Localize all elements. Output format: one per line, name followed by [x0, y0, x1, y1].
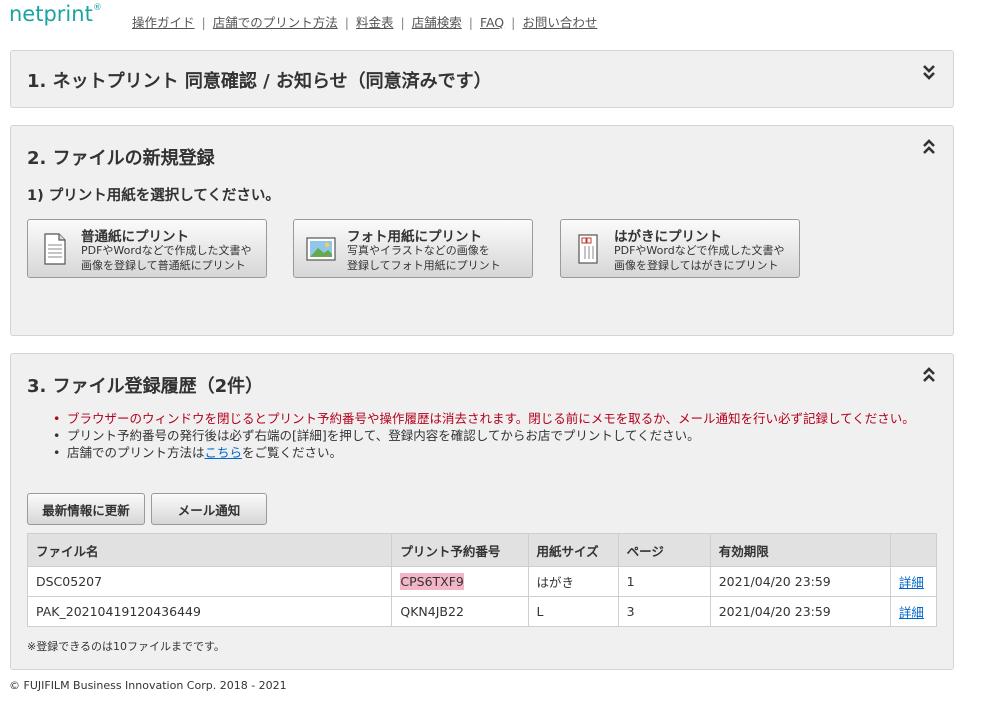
collapse-chevron-icon[interactable]: [922, 366, 936, 384]
history-notes: ブラウザーのウィンドウを閉じるとプリント予約番号や操作履歴は消去されます。閉じる…: [51, 410, 941, 461]
highlighted-reservation-number: CPS6TXF9: [400, 573, 464, 590]
col-file-name: ファイル名: [26, 533, 393, 567]
pages-cell: 3: [617, 596, 711, 627]
paper-select-subtitle: 1) プリント用紙を選択してください。: [27, 188, 280, 204]
table-row: PAK_20210419120436449 QKN4JB22 L 3 2021/…: [26, 596, 938, 627]
postcard-icon: [578, 234, 598, 264]
top-nav: 操作ガイド | 店舗でのプリント方法 | 料金表 | 店舗検索 | FAQ | お問い合わせ: [132, 15, 598, 30]
document-icon: [44, 233, 66, 265]
paper-size-cell: L: [527, 596, 619, 627]
reservation-number-cell: QKN4JB22: [391, 596, 529, 627]
nav-contact-link[interactable]: お問い合わせ: [522, 15, 597, 30]
postcard-button[interactable]: はがきにプリント PDFやWordなどで作成した文書や 画像を登録してはがきにプリ…: [560, 219, 800, 278]
header: netprint® 操作ガイド | 店舗でのプリント方法 | 料金表 | 店舗検索 | FAQ |…: [0, 0, 985, 44]
section-history: 3. ファイル登録履歴（2件） ブラウザーのウィンドウを閉じるとプリント予約番号…: [10, 353, 954, 670]
plain-paper-button[interactable]: 普通紙にプリント PDFやWordなどで作成した文書や 画像を登録して普通紙にプリ…: [27, 219, 267, 278]
plain-paper-desc: PDFやWordなどで作成した文書や 画像を登録して普通紙にプリント: [81, 244, 252, 272]
photo-paper-desc: 写真やイラストなどの画像を 登録してフォト用紙にプリント: [347, 244, 501, 272]
section-agreement-title: 1. ネットプリント 同意確認 / お知らせ（同意済みです）: [27, 71, 492, 92]
nav-price-link[interactable]: 料金表: [356, 15, 394, 30]
nav-guide-link[interactable]: 操作ガイド: [132, 15, 195, 30]
table-row: DSC05207 CPS6TXF9 はがき 1 2021/04/20 23:59…: [26, 566, 938, 597]
postcard-label: はがきにプリント: [614, 229, 722, 245]
copyright: © FUJIFILM Business Innovation Corp. 201…: [9, 679, 287, 692]
pages-cell: 1: [617, 566, 711, 597]
detail-link[interactable]: 詳細: [899, 605, 924, 620]
section-agreement[interactable]: 1. ネットプリント 同意確認 / お知らせ（同意済みです）: [10, 50, 954, 108]
nav-store-print-link[interactable]: 店舗でのプリント方法: [213, 15, 338, 30]
paper-size-cell: はがき: [527, 566, 619, 597]
store-method-note: 店舗でのプリント方法はこちらをご覧ください。: [51, 444, 941, 461]
collapse-chevron-icon[interactable]: [922, 138, 936, 156]
plain-paper-label: 普通紙にプリント: [81, 229, 189, 245]
col-paper-size: 用紙サイズ: [527, 533, 619, 567]
file-name-cell: DSC05207: [26, 566, 393, 597]
col-expiry: 有効期限: [709, 533, 891, 567]
history-table: ファイル名 プリント予約番号 用紙サイズ ページ 有効期限 DSC05207 C…: [26, 533, 938, 627]
netprint-logo[interactable]: netprint®: [9, 2, 102, 26]
expand-chevron-icon[interactable]: [922, 63, 936, 81]
section-new-file: 2. ファイルの新規登録 1) プリント用紙を選択してください。 普通紙にプリン…: [10, 125, 954, 336]
reservation-number-cell: CPS6TXF9: [391, 566, 529, 597]
section-history-title: 3. ファイル登録履歴（2件）: [27, 376, 264, 397]
detail-note: プリント予約番号の発行後は必ず右端の[詳細]を押して、登録内容を確認してからお店…: [51, 427, 941, 444]
photo-paper-label: フォト用紙にプリント: [347, 229, 482, 245]
col-detail: [889, 533, 938, 567]
table-header-row: ファイル名 プリント予約番号 用紙サイズ ページ 有効期限: [26, 533, 938, 567]
refresh-button[interactable]: 最新情報に更新: [27, 493, 145, 525]
col-pages: ページ: [617, 533, 711, 567]
nav-faq-link[interactable]: FAQ: [480, 15, 504, 30]
store-method-link[interactable]: こちら: [205, 445, 243, 460]
photo-paper-button[interactable]: フォト用紙にプリント 写真やイラストなどの画像を 登録してフォト用紙にプリント: [293, 219, 533, 278]
expiry-cell: 2021/04/20 23:59: [709, 566, 891, 597]
postcard-desc: PDFやWordなどで作成した文書や 画像を登録してはがきにプリント: [614, 244, 785, 272]
expiry-cell: 2021/04/20 23:59: [709, 596, 891, 627]
nav-store-search-link[interactable]: 店舗検索: [412, 15, 462, 30]
detail-cell: 詳細: [889, 596, 938, 627]
mail-notify-button[interactable]: メール通知: [151, 493, 267, 525]
section-new-file-title: 2. ファイルの新規登録: [27, 148, 215, 169]
warning-note: ブラウザーのウィンドウを閉じるとプリント予約番号や操作履歴は消去されます。閉じる…: [51, 410, 941, 427]
file-name-cell: PAK_20210419120436449: [26, 596, 393, 627]
detail-cell: 詳細: [889, 566, 938, 597]
col-reservation-number: プリント予約番号: [391, 533, 529, 567]
file-limit-note: ※登録できるのは10ファイルまでです。: [27, 640, 225, 653]
photo-icon: [306, 237, 336, 261]
detail-link[interactable]: 詳細: [899, 575, 924, 590]
